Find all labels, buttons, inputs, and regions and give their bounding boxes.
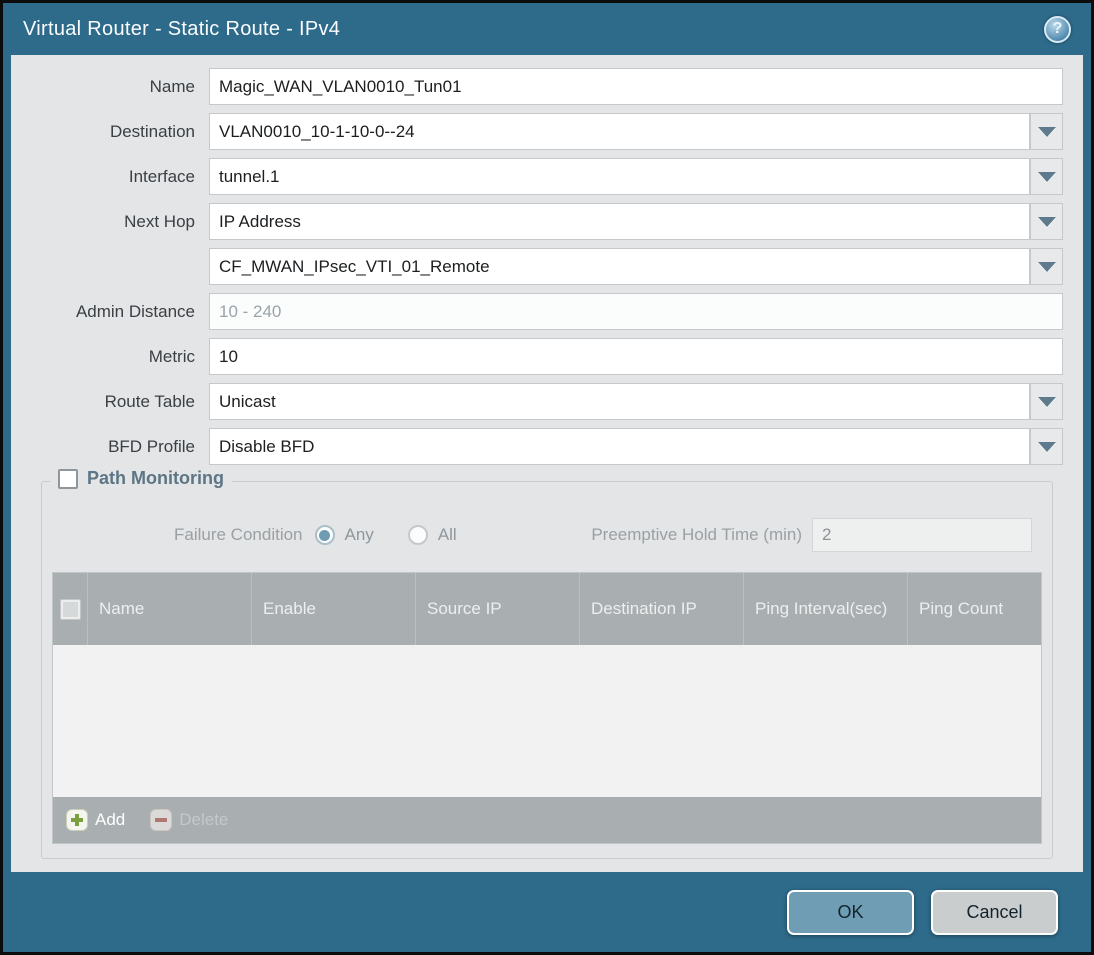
next-hop-address-input[interactable] (209, 248, 1030, 285)
path-monitoring-legend: Path Monitoring (50, 468, 232, 489)
failure-condition-label: Failure Condition (174, 525, 303, 544)
preemptive-hold-time-input[interactable] (812, 518, 1032, 552)
chevron-down-icon (1037, 171, 1056, 182)
add-button-label: Add (95, 810, 126, 829)
radio-any-label: Any (344, 525, 374, 544)
metric-label: Metric (148, 346, 195, 366)
failure-condition-radio-group: Any All (314, 525, 491, 545)
table-body-empty (53, 645, 1041, 797)
route-table-input[interactable] (209, 383, 1030, 420)
destination-dropdown-button[interactable] (1030, 113, 1063, 150)
interface-input[interactable] (209, 158, 1030, 195)
column-header-ping-count: Ping Count (907, 573, 1041, 645)
next-hop-address-row (31, 248, 1063, 285)
path-monitoring-title: Path Monitoring (87, 468, 224, 488)
column-header-ping-interval: Ping Interval(sec) (743, 573, 907, 645)
route-table-row: Route Table (31, 383, 1063, 420)
column-header-destination-ip: Destination IP (579, 573, 743, 645)
delete-button-label: Delete (179, 810, 229, 829)
route-table-dropdown-button[interactable] (1030, 383, 1063, 420)
select-all-checkbox[interactable] (59, 598, 81, 620)
select-all-cell (53, 573, 87, 645)
delete-button[interactable]: Delete (151, 810, 228, 830)
dialog-title: Virtual Router - Static Route - IPv4 (23, 17, 341, 40)
chevron-down-icon (1037, 441, 1056, 452)
path-monitoring-group: Path Monitoring Failure Condition Any Al… (41, 468, 1053, 859)
ok-button[interactable]: OK (787, 889, 914, 935)
title-bar: Virtual Router - Static Route - IPv4 ? (3, 3, 1091, 55)
dialog-footer: OK Cancel (3, 872, 1091, 952)
destination-input[interactable] (209, 113, 1030, 150)
preemptive-hold-time: Preemptive Hold Time (min) (591, 518, 1032, 552)
bfd-profile-dropdown-button[interactable] (1030, 428, 1063, 465)
destination-row: Destination (31, 113, 1063, 150)
dialog-content: Name Destination Interface (11, 55, 1083, 872)
next-hop-label: Next Hop (124, 211, 195, 231)
bfd-profile-input[interactable] (209, 428, 1030, 465)
help-icon[interactable]: ? (1044, 15, 1071, 43)
table-header-row: Name Enable Source IP Destination IP Pin… (53, 573, 1041, 645)
bfd-profile-row: BFD Profile (31, 428, 1063, 465)
admin-distance-input[interactable] (209, 293, 1063, 330)
preemptive-hold-time-label: Preemptive Hold Time (min) (591, 525, 802, 544)
name-input[interactable] (209, 68, 1063, 105)
radio-all-label: All (437, 525, 457, 544)
next-hop-type-input[interactable] (209, 203, 1030, 240)
admin-distance-row: Admin Distance (31, 293, 1063, 330)
path-monitoring-checkbox[interactable] (58, 468, 78, 489)
name-label: Name (149, 76, 195, 96)
bfd-profile-label: BFD Profile (108, 436, 195, 456)
route-table-label: Route Table (104, 391, 195, 411)
cancel-button[interactable]: Cancel (931, 889, 1058, 935)
path-monitoring-table: Name Enable Source IP Destination IP Pin… (52, 572, 1042, 844)
interface-row: Interface (31, 158, 1063, 195)
column-header-source-ip: Source IP (415, 573, 579, 645)
admin-distance-label: Admin Distance (75, 301, 195, 321)
interface-label: Interface (128, 166, 195, 186)
plus-icon (67, 810, 87, 830)
minus-icon (151, 810, 172, 830)
metric-row: Metric (31, 338, 1063, 375)
chevron-down-icon (1037, 261, 1056, 272)
add-button[interactable]: Add (67, 810, 125, 830)
column-header-enable: Enable (251, 573, 415, 645)
name-row: Name (31, 68, 1063, 105)
path-monitoring-controls: Failure Condition Any All Preemptive Hol… (174, 518, 1032, 552)
chevron-down-icon (1037, 396, 1056, 407)
metric-input[interactable] (209, 338, 1063, 375)
chevron-down-icon (1037, 216, 1056, 227)
static-route-dialog: Virtual Router - Static Route - IPv4 ? N… (0, 0, 1094, 955)
next-hop-address-dropdown-button[interactable] (1030, 248, 1063, 285)
interface-dropdown-button[interactable] (1030, 158, 1063, 195)
radio-any[interactable] (314, 525, 335, 545)
next-hop-type-dropdown-button[interactable] (1030, 203, 1063, 240)
destination-label: Destination (109, 121, 195, 141)
chevron-down-icon (1037, 126, 1056, 137)
radio-all[interactable] (407, 525, 428, 545)
next-hop-row: Next Hop (31, 203, 1063, 240)
table-action-bar: Add Delete (53, 797, 1041, 843)
column-header-name: Name (87, 573, 251, 645)
